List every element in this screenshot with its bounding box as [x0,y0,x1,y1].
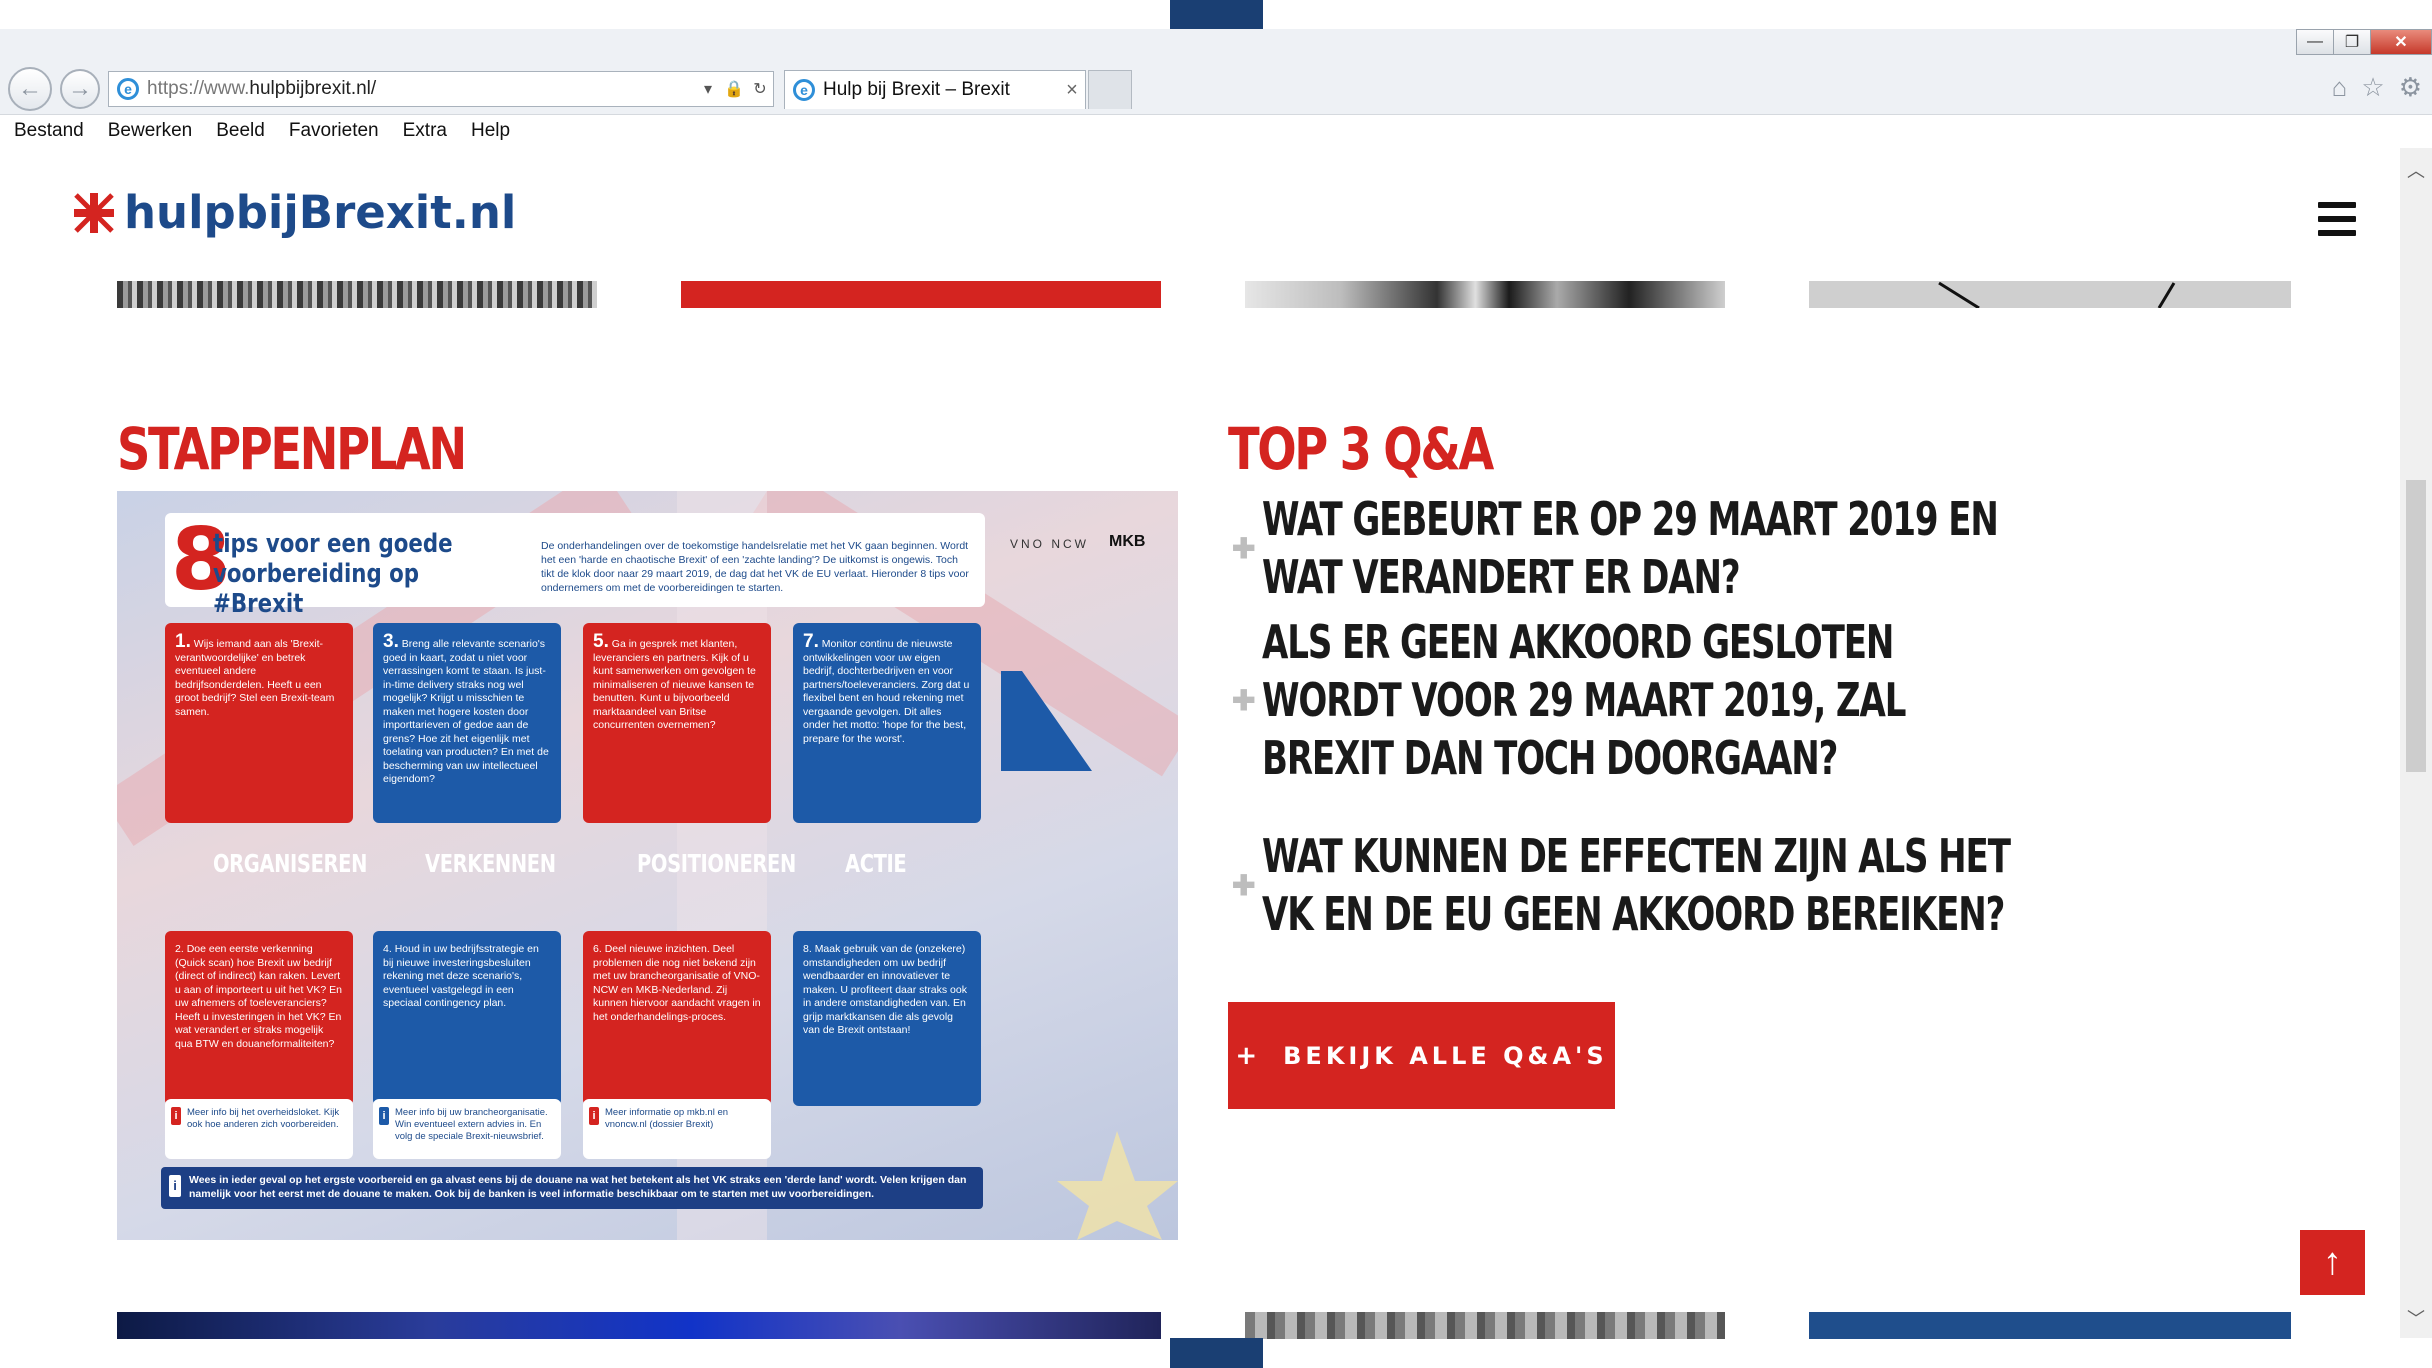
scroll-thumb[interactable] [2406,480,2426,772]
mkb-logo: MKB [1109,533,1146,550]
menu-item-extra[interactable]: Extra [403,120,447,142]
infographic-title: tips voor een goede voorbereiding op #Br… [213,529,453,619]
address-url[interactable]: https://www.hulpbijbrexit.nl/ [147,78,695,100]
ie-tab-icon: e [793,79,815,101]
address-dropdown-icon[interactable]: ▾ [695,79,721,99]
phase-arrow-graphic [1001,671,1092,771]
site-logo[interactable]: hulpbijBrexit.nl [72,186,516,239]
favorites-star-icon[interactable]: ☆ [2361,72,2384,103]
tip-card-6: 6. Deel nieuwe inzichten. Deel problemen… [583,931,771,1106]
forward-button[interactable]: → [60,69,100,109]
tile-image-7[interactable] [1809,1312,2291,1339]
qa-item[interactable]: ✚ ALS ER GEEN AKKOORD GESLOTEN WORDT VOO… [1228,615,2288,785]
view-all-qa-button[interactable]: + BEKIJK ALLE Q&A'S [1228,1002,1615,1109]
scroll-down-icon[interactable]: ﹀ [2400,1302,2432,1334]
ie-page-icon: e [117,78,139,100]
minimize-button[interactable]: — [2296,29,2334,55]
info-note-3: i Meer informatie op mkb.nl en vnoncw.nl… [583,1099,771,1159]
tip-card-4: 4. Houd in uw bedrijfsstrategie en bij n… [373,931,561,1106]
arrow-up-icon: ↑ [2323,1241,2342,1283]
menu-item-bestand[interactable]: Bestand [14,120,84,142]
refresh-icon[interactable]: ↻ [747,79,773,99]
tile-image-4[interactable] [1809,281,2291,308]
tile-image-3[interactable] [1245,281,1725,308]
back-to-top-button[interactable]: ↑ [2300,1230,2365,1295]
scroll-up-icon[interactable]: ︿ [2400,154,2432,186]
hamburger-menu-icon[interactable] [2318,202,2356,236]
infographic-footer: i Wees in ieder geval op het ergste voor… [161,1167,983,1209]
menu-item-bewerken[interactable]: Bewerken [108,120,193,142]
tile-lines-graphic [1938,281,2176,308]
top3-qa-heading: TOP 3 Q&A [1228,415,1494,483]
qa-question[interactable]: WAT GEBEURT ER OP 29 MAART 2019 EN WAT V… [1262,490,2021,606]
tab-title: Hulp bij Brexit – Brexit [823,79,1010,100]
info-icon: i [171,1107,181,1125]
home-icon[interactable]: ⌂ [2332,72,2348,103]
qa-item[interactable]: ✚ WAT GEBEURT ER OP 29 MAART 2019 EN WAT… [1228,488,2288,608]
plus-icon[interactable]: ✚ [1228,532,1262,565]
lock-icon[interactable]: 🔒 [721,79,747,99]
browser-toolbar-icons: ⌂ ☆ ⚙ [2332,72,2422,103]
phase-positioneren: POSITIONEREN [637,849,796,878]
tile-image-1[interactable] [117,281,597,308]
plus-icon[interactable]: ✚ [1228,869,1262,902]
info-note-1: i Meer info bij het overheidsloket. Kijk… [165,1099,353,1159]
view-all-qa-label: BEKIJK ALLE Q&A'S [1283,1041,1608,1070]
menu-item-favorieten[interactable]: Favorieten [289,120,379,142]
stappenplan-infographic[interactable]: 8 tips voor een goede voorbereiding op #… [117,491,1178,1240]
slide-top-accent [1170,0,1263,29]
tab-hulp-bij-brexit[interactable]: e Hulp bij Brexit – Brexit × [784,70,1086,109]
qa-item[interactable]: ✚ WAT KUNNEN DE EFFECTEN ZIJN ALS HET VK… [1228,825,2288,945]
menu-bar: Bestand Bewerken Beeld Favorieten Extra … [0,114,2432,147]
back-button[interactable]: ← [8,67,52,111]
tip-card-8: 8. Maak gebruik van de (onzekere) omstan… [793,931,981,1106]
phase-organiseren: ORGANISEREN [213,849,368,878]
new-tab-button[interactable] [1088,70,1132,109]
slide-bottom-accent [1170,1338,1263,1368]
vertical-scrollbar[interactable]: ︿ ﹀ [2400,148,2432,1338]
tip-card-2: 2. Doe een eerste verkenning (Quick scan… [165,931,353,1106]
menu-item-help[interactable]: Help [471,120,510,142]
menu-item-beeld[interactable]: Beeld [216,120,265,142]
info-note-2: i Meer info bij uw brancheorganisatie. W… [373,1099,561,1159]
stappenplan-heading: STAPPENPLAN [117,415,467,483]
site-logo-text: hulpbijBrexit.nl [124,186,517,239]
qa-question[interactable]: WAT KUNNEN DE EFFECTEN ZIJN ALS HET VK E… [1262,827,2021,943]
info-icon: i [169,1175,181,1197]
address-bar[interactable]: e https://www.hulpbijbrexit.nl/ ▾ 🔒 ↻ [108,71,774,107]
vnoncw-logo: VNO NCW [1010,537,1089,551]
plus-icon: + [1235,1040,1262,1071]
settings-gear-icon[interactable]: ⚙ [2399,72,2422,103]
infographic-intro: De onderhandelingen over de toekomstige … [541,540,969,594]
tile-image-2[interactable] [681,281,1161,308]
info-icon: i [379,1107,389,1125]
close-tab-icon[interactable]: × [1059,79,1085,102]
close-window-button[interactable]: ✕ [2370,29,2432,55]
tile-image-6[interactable] [1245,1312,1725,1339]
phase-verkennen: VERKENNEN [425,849,556,878]
plus-icon[interactable]: ✚ [1228,684,1262,717]
back-arrow-icon: ← [18,75,42,102]
info-icon: i [589,1107,599,1125]
tile-image-5[interactable] [117,1312,1161,1339]
qa-question[interactable]: ALS ER GEEN AKKOORD GESLOTEN WORDT VOOR … [1262,613,2021,787]
screen: — ❐ ✕ ← → e https://www.hulpbijbrexit.nl… [0,0,2432,1368]
maximize-button[interactable]: ❐ [2333,29,2371,55]
forward-arrow-icon: → [68,75,92,102]
phase-actie: ACTIE [845,849,907,878]
window-controls: — ❐ ✕ [2296,29,2432,59]
union-jack-icon [74,192,114,233]
